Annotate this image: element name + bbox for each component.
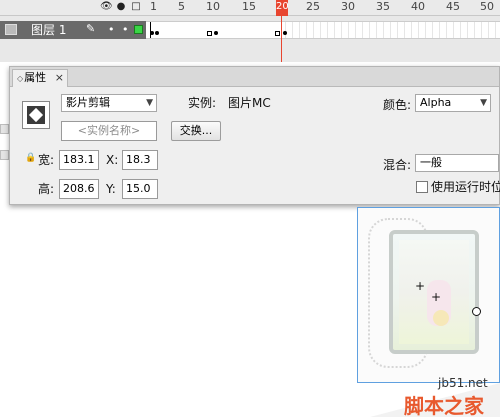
keyframe-dot[interactable] bbox=[283, 31, 287, 35]
swap-button[interactable]: 交换... bbox=[171, 121, 221, 141]
color-label: 颜色: bbox=[383, 98, 412, 112]
outline-icon[interactable]: □ bbox=[130, 0, 142, 14]
width-label: 宽: bbox=[38, 153, 55, 167]
frame-number: 5 bbox=[178, 0, 185, 13]
height-field[interactable]: 208.6 bbox=[59, 179, 99, 199]
timeline-header: 👁 ● □ 1 5 10 15 25 30 35 40 45 50 20 bbox=[0, 0, 500, 16]
frame-ruler[interactable]: 1 5 10 15 25 30 35 40 45 50 bbox=[146, 0, 500, 16]
timeline-panel: 👁 ● □ 1 5 10 15 25 30 35 40 45 50 20 图层 … bbox=[0, 0, 500, 62]
figure-detail-image bbox=[433, 310, 449, 326]
frame-number: 15 bbox=[242, 0, 256, 13]
lock-dot[interactable]: • bbox=[122, 23, 129, 36]
frame-number: 1 bbox=[150, 0, 157, 13]
blend-label: 混合: bbox=[383, 158, 412, 172]
panel-menu-icon[interactable]: ◇ bbox=[17, 74, 23, 83]
visibility-dot[interactable]: • bbox=[108, 23, 115, 36]
width-field[interactable]: 183.1 bbox=[59, 150, 99, 170]
lock-aspect-icon[interactable]: 🔒 bbox=[25, 153, 36, 163]
color-effect-value: Alpha bbox=[420, 96, 452, 109]
tab-properties-label: 属性 bbox=[24, 71, 47, 84]
frame-number: 10 bbox=[206, 0, 220, 13]
x-label: X: bbox=[106, 153, 119, 167]
properties-panel: ◇属性 × 影片剪辑 ▼ 实例: 图片MC <实例名称> 交换... 🔒 宽: … bbox=[9, 66, 500, 205]
frame-number: 35 bbox=[376, 0, 390, 13]
pencil-icon: ✎ bbox=[86, 22, 96, 35]
eye-icon[interactable]: 👁 bbox=[100, 0, 113, 14]
frame-span bbox=[150, 22, 282, 38]
keyframe-dot[interactable] bbox=[214, 31, 218, 35]
close-icon[interactable]: × bbox=[55, 70, 64, 86]
instance-of-value: 图片MC bbox=[228, 96, 271, 110]
movie-clip-icon bbox=[22, 101, 50, 129]
watermark-brand: 脚本之家 bbox=[404, 394, 484, 417]
x-field[interactable]: 18.3 bbox=[122, 150, 158, 170]
blend-mode-value: 一般 bbox=[420, 156, 442, 169]
layer-row[interactable]: 图层 1 ✎ • • bbox=[0, 21, 146, 39]
instance-name-input[interactable]: <实例名称> bbox=[61, 121, 157, 141]
layer-name: 图层 1 bbox=[31, 23, 67, 37]
frame-number: 30 bbox=[341, 0, 355, 13]
transform-handle-icon[interactable] bbox=[472, 307, 481, 316]
stage-edge-tab[interactable] bbox=[0, 150, 9, 160]
instance-label: 实例: bbox=[188, 96, 217, 110]
chevron-down-icon: ▼ bbox=[480, 98, 487, 108]
end-frame-marker[interactable] bbox=[275, 31, 280, 36]
frame-number: 40 bbox=[411, 0, 425, 13]
height-label: 高: bbox=[38, 182, 55, 196]
blend-mode-select[interactable]: 一般 bbox=[415, 154, 499, 172]
selected-movie-clip[interactable]: + + bbox=[357, 207, 500, 383]
playhead-line bbox=[281, 16, 282, 62]
app-window: { "timeline": { "frame_numbers": ["1", "… bbox=[0, 0, 500, 417]
symbol-type-value: 影片剪辑 bbox=[66, 96, 110, 109]
keyframe-dot[interactable] bbox=[150, 31, 154, 35]
watermark-site: jb51.net bbox=[438, 376, 488, 390]
color-effect-select[interactable]: Alpha ▼ bbox=[415, 94, 491, 112]
symbol-type-select[interactable]: 影片剪辑 ▼ bbox=[61, 94, 157, 112]
runtime-cache-label: 使用运行时位 bbox=[431, 180, 500, 194]
current-frame-number: 20 bbox=[276, 1, 289, 12]
end-frame-marker[interactable] bbox=[207, 31, 212, 36]
y-field[interactable]: 15.0 bbox=[122, 179, 158, 199]
frame-number: 50 bbox=[480, 0, 494, 13]
tab-properties[interactable]: ◇属性 × bbox=[12, 69, 68, 87]
frame-number: 45 bbox=[446, 0, 460, 13]
frame-number: 25 bbox=[306, 0, 320, 13]
stage-edge-tab[interactable] bbox=[0, 124, 9, 134]
layer-icon bbox=[5, 24, 17, 35]
runtime-cache-checkbox[interactable] bbox=[416, 181, 428, 193]
playhead[interactable]: 20 bbox=[276, 0, 289, 16]
layer-color-swatch[interactable] bbox=[134, 25, 143, 34]
transform-point-icon[interactable]: + bbox=[431, 291, 441, 303]
lock-icon[interactable]: ● bbox=[115, 0, 127, 14]
panel-tab-bar: ◇属性 × bbox=[10, 67, 499, 87]
registration-point-icon[interactable]: + bbox=[415, 280, 425, 292]
y-label: Y: bbox=[106, 182, 116, 196]
keyframe-dot[interactable] bbox=[155, 31, 159, 35]
chevron-down-icon: ▼ bbox=[146, 98, 153, 108]
